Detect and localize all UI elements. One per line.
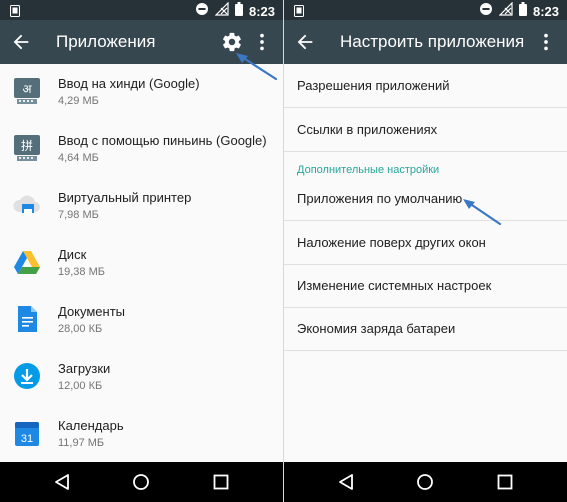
navigation-bar [284, 462, 567, 502]
app-list-item[interactable]: 31 Календарь 11,97 МБ [0, 406, 283, 462]
toolbar: Приложения [0, 20, 283, 64]
nav-recents-icon[interactable] [495, 472, 515, 492]
app-size: 4,64 МБ [58, 152, 99, 164]
svg-text:拼: 拼 [21, 139, 33, 153]
settings-item-label: Приложения по умолчанию [297, 191, 463, 206]
app-links-item[interactable]: Ссылки в приложениях [284, 108, 567, 151]
clock: 8:23 [532, 3, 559, 19]
app-name: Загрузки [58, 361, 111, 376]
status-bar: 8:23 [0, 0, 283, 20]
cloud-print-icon [12, 190, 42, 220]
drive-icon [12, 247, 42, 277]
nav-recents-icon[interactable] [211, 472, 231, 492]
nav-back-icon[interactable] [336, 472, 356, 492]
app-size: 7,98 МБ [58, 209, 99, 221]
apps-screen: 8:23 Приложения अ Ввод на хинди (Google)… [0, 0, 283, 502]
battery-optimization-item[interactable]: Экономия заряда батареи [284, 307, 567, 350]
app-list-item[interactable]: अ Ввод на хинди (Google) 4,29 МБ [0, 64, 283, 121]
svg-text:31: 31 [21, 433, 33, 445]
app-name: Документы [58, 304, 126, 319]
settings-item-label: Разрешения приложений [297, 78, 450, 93]
no-signal-icon [214, 1, 229, 21]
calendar-icon: 31 [12, 418, 42, 448]
divider [284, 350, 567, 351]
settings-item-label: Изменение системных настроек [297, 278, 492, 293]
app-list-item[interactable]: 拼 Ввод с помощью пиньинь (Google) 4,64 М… [0, 121, 283, 178]
back-arrow-icon[interactable] [10, 31, 32, 53]
downloads-icon [12, 361, 42, 391]
toolbar: Настроить приложения [284, 20, 567, 64]
navigation-bar [0, 462, 283, 502]
page-title: Приложения [56, 32, 156, 51]
nav-back-icon[interactable] [52, 472, 72, 492]
page-title: Настроить приложения [340, 32, 525, 51]
back-arrow-icon[interactable] [294, 31, 316, 53]
default-apps-item[interactable]: Приложения по умолчанию [284, 177, 567, 220]
app-size: 28,00 КБ [58, 323, 103, 335]
app-list-item[interactable]: Загрузки 12,00 КБ [0, 349, 283, 406]
section-header: Дополнительные настройки [297, 164, 440, 176]
app-name: Диск [58, 247, 87, 262]
app-list-item[interactable]: Документы 28,00 КБ [0, 292, 283, 349]
docs-icon [12, 304, 42, 334]
settings-item-label: Экономия заряда батареи [297, 321, 456, 336]
app-name: Ввод на хинди (Google) [58, 76, 200, 91]
dnd-icon [195, 2, 209, 21]
app-list-item[interactable]: Виртуальный принтер 7,98 МБ [0, 178, 283, 235]
app-name: Календарь [58, 418, 124, 433]
configure-apps-screen: 8:23 Настроить приложения Разрешения при… [284, 0, 567, 502]
clock: 8:23 [248, 3, 275, 19]
pinyin-keyboard-icon: 拼 [12, 133, 42, 163]
app-name: Виртуальный принтер [58, 190, 192, 205]
settings-list: Разрешения приложений Ссылки в приложени… [284, 64, 567, 462]
app-list-item[interactable]: Диск 19,38 МБ [0, 235, 283, 292]
no-signal-icon [498, 1, 513, 21]
battery-icon [518, 2, 527, 21]
dnd-icon [479, 2, 493, 21]
more-options-icon[interactable] [251, 31, 273, 53]
nav-home-icon[interactable] [131, 472, 151, 492]
settings-item-label: Ссылки в приложениях [297, 122, 438, 137]
divider [284, 151, 567, 152]
status-bar: 8:23 [284, 0, 567, 20]
app-list: अ Ввод на хинди (Google) 4,29 МБ 拼 Ввод … [0, 64, 283, 462]
nav-home-icon[interactable] [415, 472, 435, 492]
app-size: 4,29 МБ [58, 95, 99, 107]
app-size: 12,00 КБ [58, 380, 103, 392]
draw-over-apps-item[interactable]: Наложение поверх других окон [284, 221, 567, 264]
app-permissions-item[interactable]: Разрешения приложений [284, 64, 567, 107]
app-size: 11,97 МБ [58, 437, 105, 449]
more-options-icon[interactable] [535, 31, 557, 53]
gear-icon[interactable] [221, 31, 243, 53]
app-name: Ввод с помощью пиньинь (Google) [58, 133, 267, 148]
app-size: 19,38 МБ [58, 266, 105, 278]
modify-system-settings-item[interactable]: Изменение системных настроек [284, 264, 567, 307]
settings-item-label: Наложение поверх других окон [297, 235, 486, 250]
svg-text:अ: अ [22, 82, 32, 96]
hindi-keyboard-icon: अ [12, 76, 42, 106]
battery-icon [234, 2, 243, 21]
